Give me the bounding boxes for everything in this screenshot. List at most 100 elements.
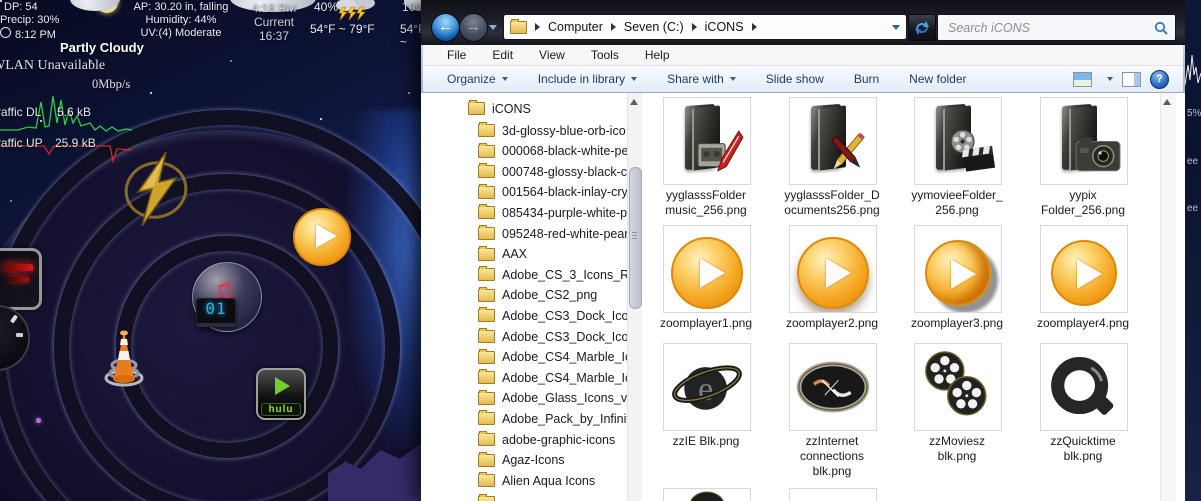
screen: DP: 54 Precip: 30% 8:12 PM Partly Cloudy… xyxy=(0,0,1201,501)
tree-item-partial[interactable] xyxy=(478,493,627,501)
menu-help[interactable]: Help xyxy=(645,48,670,62)
tree-item[interactable]: Adobe_CS3_Dock_Icons xyxy=(478,306,627,325)
tree-item[interactable]: Alien Aqua Icons xyxy=(478,471,627,490)
file-item[interactable]: yypix Folder_256.png xyxy=(1040,97,1128,218)
file-item[interactable]: zoomplayer4.png xyxy=(1037,225,1129,331)
weather-humidity: Humidity: 44% xyxy=(145,14,217,26)
play-orange-plain-icon xyxy=(1041,226,1127,312)
preview-pane-icon[interactable] xyxy=(1122,71,1141,87)
file-icon xyxy=(914,343,1002,431)
vlc-cone-dock-icon[interactable] xyxy=(100,326,148,388)
flash-dock-icon[interactable] xyxy=(116,148,196,232)
search-box[interactable] xyxy=(937,14,1176,41)
help-icon[interactable]: ? xyxy=(1150,69,1169,89)
play-dock-icon[interactable] xyxy=(293,208,351,266)
file-item[interactable]: zoomplayer2.png xyxy=(786,225,878,331)
right-edge-fragment: 5% xyxy=(1187,108,1201,119)
menu-edit[interactable]: Edit xyxy=(492,48,513,62)
file-item[interactable]: zoomplayer1.png xyxy=(660,225,752,331)
file-item[interactable] xyxy=(789,488,877,501)
dashboard-gauge-widget[interactable]: 40 xyxy=(0,248,42,310)
tree-item[interactable]: Adobe_Pack_by_Infinity xyxy=(478,409,627,428)
search-icon[interactable] xyxy=(1154,21,1168,35)
tree-item[interactable]: adobe-graphic-icons xyxy=(478,430,627,449)
file-icon xyxy=(1040,225,1128,313)
folder-movie-icon xyxy=(926,103,996,175)
tree-item[interactable]: Adobe_CS2_png xyxy=(478,286,627,305)
tree-item[interactable]: 001564-black-inlay-crys xyxy=(478,183,627,202)
tree-item[interactable]: 085434-purple-white-p xyxy=(478,203,627,222)
file-item[interactable]: zzMoviesz blk.png xyxy=(914,343,1002,464)
history-dropdown-icon[interactable] xyxy=(489,25,497,30)
file-item[interactable]: zoomplayer3.png xyxy=(911,225,1003,331)
tree-item[interactable]: Adobe_CS3_Dock_Icons xyxy=(478,327,627,346)
toolbar-organize[interactable]: Organize xyxy=(447,72,508,86)
menu-tools[interactable]: Tools xyxy=(591,48,619,62)
tree-item-label: Adobe_CS4_Marble_Ico xyxy=(502,370,627,385)
menu-file[interactable]: File xyxy=(447,48,466,62)
files-scrollbar[interactable] xyxy=(1160,93,1176,501)
breadcrumb-separator-icon xyxy=(610,23,616,31)
file-item[interactable]: yymovieeFolder_256.png xyxy=(911,97,1003,218)
toolbar-burn[interactable]: Burn xyxy=(854,72,879,86)
tree-item[interactable]: 000068-black-white-pe xyxy=(478,142,627,161)
address-dropdown-icon[interactable] xyxy=(892,24,900,30)
views-icon[interactable] xyxy=(1073,71,1092,87)
play-triangle-icon xyxy=(316,224,337,248)
tree-scrollbar-thumb[interactable] xyxy=(629,167,642,309)
scroll-up-icon[interactable] xyxy=(1163,99,1171,105)
breadcrumb-item[interactable]: Seven (C:) xyxy=(624,20,684,34)
tree-item[interactable]: Adobe_CS4_Marble_Ico xyxy=(478,368,627,387)
weather-pressure: AP: 30.20 in, falling xyxy=(133,1,229,13)
search-input[interactable] xyxy=(938,20,1154,35)
hulu-dock-icon[interactable]: hulu xyxy=(256,368,306,420)
toolbar-new-folder[interactable]: New folder xyxy=(909,72,966,86)
folder-documents-icon xyxy=(801,103,865,175)
address-bar[interactable]: Computer Seven (C:) iCONS xyxy=(503,14,907,40)
file-icon xyxy=(914,97,1002,185)
file-icon xyxy=(789,343,877,431)
tree-item-root[interactable]: iCONS xyxy=(468,99,627,118)
forecast-today-pop: 40% xyxy=(314,0,339,14)
tree-item[interactable]: 095248-red-white-pearl xyxy=(478,224,627,243)
weather-sunset: 8:12 PM xyxy=(0,27,56,42)
tree-item[interactable]: Adobe_CS_3_Icons_Rep xyxy=(478,265,627,284)
folder-tree-pane: iCONS 3d-glossy-blue-orb-ico 000068-black… xyxy=(428,93,627,501)
tree-item[interactable]: AAX xyxy=(478,245,627,264)
file-name-label: zoomplayer3.png xyxy=(910,316,1004,330)
scroll-up-icon[interactable] xyxy=(630,99,638,105)
scrollbar-grip xyxy=(632,232,637,233)
toolbar-slide-show[interactable]: Slide show xyxy=(766,72,824,86)
tree-item-label: Adobe_CS3_Dock_Icons xyxy=(502,329,627,344)
file-item[interactable]: yyglasssFolder_Documents256.png xyxy=(784,97,880,218)
toolbar-item-label: Organize xyxy=(447,72,496,86)
tree-item[interactable]: Agaz-Icons xyxy=(478,451,627,470)
tree-scrollbar[interactable] xyxy=(627,93,642,501)
tree-item[interactable]: Adobe_CS4_Marble_Ico xyxy=(478,348,627,367)
file-item[interactable]: zzInternet connections blk.png xyxy=(789,343,877,479)
tree-item-label: adobe-graphic-icons xyxy=(502,432,616,447)
breadcrumb-item[interactable]: Computer xyxy=(548,20,603,34)
tree-item-label: Alien Aqua Icons xyxy=(502,473,596,488)
breadcrumb-separator-icon xyxy=(535,23,540,31)
toolbar-share-with[interactable]: Share with xyxy=(667,72,736,86)
tree-item[interactable]: 000748-glossy-black-co xyxy=(478,162,627,181)
file-item[interactable]: yyglasssFolder music_256.png xyxy=(663,97,751,218)
clock-widget: 4:18 PM Current 16:37 xyxy=(242,1,306,43)
mini-graph-fragment xyxy=(1185,54,1201,86)
file-item[interactable] xyxy=(663,488,751,501)
toolbar-include-in-library[interactable]: Include in library xyxy=(538,72,638,86)
breadcrumb-item[interactable]: iCONS xyxy=(705,20,744,34)
file-item[interactable]: e zzIE Blk.png xyxy=(663,343,751,449)
refresh-button[interactable] xyxy=(908,14,936,41)
toolbar-item-label: Share with xyxy=(667,72,724,86)
back-button[interactable]: ← xyxy=(431,13,460,42)
folder-music-icon xyxy=(675,103,744,175)
folder-icon xyxy=(468,100,485,115)
tree-item[interactable]: 3d-glossy-blue-orb-ico xyxy=(478,121,627,140)
views-dropdown-icon[interactable] xyxy=(1107,77,1113,81)
tree-item[interactable]: Adobe_Glass_Icons_ver xyxy=(478,389,627,408)
menu-view[interactable]: View xyxy=(539,48,565,62)
file-item[interactable]: zzQuicktime blk.png xyxy=(1040,343,1128,464)
forward-button[interactable]: → xyxy=(459,13,488,42)
